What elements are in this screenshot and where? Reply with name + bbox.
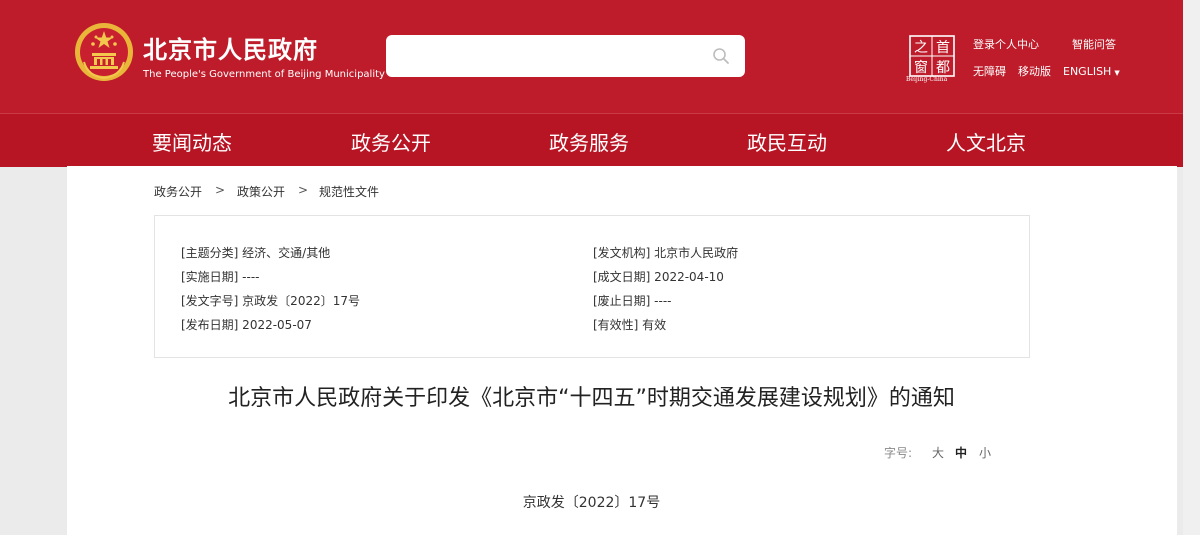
capital-logo-caption: Beijing-China <box>906 76 948 83</box>
meta-doc-number: [发文字号] 京政发〔2022〕17号 <box>181 294 360 308</box>
search-input[interactable] <box>398 43 702 71</box>
font-size-large-button[interactable]: 大 <box>932 444 944 461</box>
capital-logo-char: 首 <box>936 40 950 56</box>
smart-qa-link[interactable]: 智能问答 <box>1072 36 1116 52</box>
site-header: 北京市人民政府 The People's Government of Beiji… <box>0 0 1200 113</box>
login-link[interactable]: 登录个人中心 <box>973 36 1039 52</box>
document-number: 京政发〔2022〕17号 <box>522 495 661 511</box>
nav-item-interaction[interactable]: 政民互动 <box>747 127 827 156</box>
meta-topic: [主题分类] 经济、交通/其他 <box>181 246 331 260</box>
meta-issuer: [发文机构] 北京市人民政府 <box>593 246 739 260</box>
english-link[interactable]: ENGLISH ▼ <box>1063 65 1120 78</box>
breadcrumb-item[interactable]: 政策公开 <box>237 183 285 200</box>
font-size-medium-button[interactable]: 中 <box>955 444 967 461</box>
capital-logo-char: 窗 <box>914 59 928 76</box>
font-size-label: 字号: <box>884 446 913 460</box>
meta-repeal-date: [废止日期] ---- <box>593 294 672 308</box>
main-nav: 要闻动态 政务公开 政务服务 政民互动 人文北京 <box>0 113 1200 167</box>
national-emblem-icon[interactable] <box>74 22 134 82</box>
search-box[interactable] <box>386 35 745 77</box>
font-size-small-button[interactable]: 小 <box>979 444 991 461</box>
capital-logo-char: 都 <box>936 60 950 76</box>
site-title[interactable]: 北京市人民政府 <box>143 30 318 65</box>
meta-validity: [有效性] 有效 <box>593 318 667 332</box>
caret-down-icon: ▼ <box>1114 69 1120 77</box>
search-icon[interactable] <box>712 47 730 65</box>
breadcrumb-item[interactable]: 政务公开 <box>154 183 202 200</box>
nav-item-gov-affairs[interactable]: 政务公开 <box>351 127 431 156</box>
nav-item-services[interactable]: 政务服务 <box>549 127 629 156</box>
meta-effective-date: [实施日期] ---- <box>181 270 260 284</box>
document-title: 北京市人民政府关于印发《北京市“十四五”时期交通发展建设规划》的通知 <box>228 386 955 411</box>
capital-logo-char: 之 <box>914 40 928 56</box>
mobile-link[interactable]: 移动版 <box>1018 63 1051 79</box>
nav-item-culture[interactable]: 人文北京 <box>946 127 1026 156</box>
nav-item-news[interactable]: 要闻动态 <box>152 127 232 156</box>
scrollbar-track[interactable] <box>1183 0 1200 535</box>
breadcrumb-separator: > <box>298 183 309 197</box>
meta-publish-date: [发布日期] 2022-05-07 <box>181 318 312 332</box>
document-meta-box <box>154 215 1030 358</box>
site-subtitle: The People's Government of Beijing Munic… <box>143 69 385 80</box>
breadcrumb-separator: > <box>215 183 226 197</box>
meta-written-date: [成文日期] 2022-04-10 <box>593 270 724 284</box>
accessibility-link[interactable]: 无障碍 <box>973 63 1006 79</box>
breadcrumb-item[interactable]: 规范性文件 <box>319 183 379 200</box>
english-label: ENGLISH <box>1063 65 1112 78</box>
